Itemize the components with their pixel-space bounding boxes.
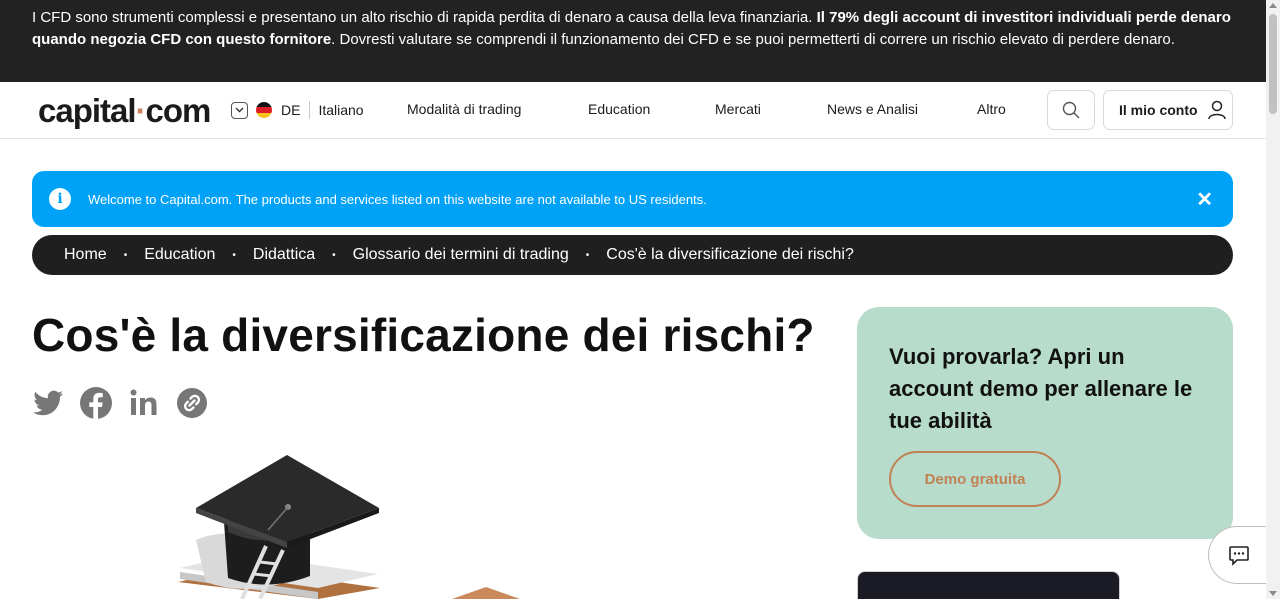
germany-flag-icon	[256, 102, 272, 118]
breadcrumb-home[interactable]: Home	[64, 246, 107, 264]
nav-news-analysis[interactable]: News e Analisi	[827, 101, 918, 117]
breadcrumb-separator: •	[585, 249, 590, 261]
scroll-thumb[interactable]	[1269, 14, 1277, 114]
search-button[interactable]	[1047, 90, 1095, 130]
chat-button[interactable]	[1208, 526, 1268, 584]
breadcrumb-separator: •	[123, 249, 128, 261]
scroll-down-arrow[interactable]	[1269, 591, 1277, 596]
scroll-up-arrow[interactable]	[1269, 3, 1277, 8]
demo-account-promo: Vuoi provarla? Apri un account demo per …	[857, 307, 1233, 539]
nav-markets[interactable]: Mercati	[715, 101, 761, 117]
breadcrumb-education[interactable]: Education	[144, 246, 215, 264]
chat-icon	[1228, 546, 1249, 566]
nav-more[interactable]: Altro	[977, 101, 1006, 117]
notice-text: Welcome to Capital.com. The products and…	[88, 191, 707, 207]
link-icon[interactable]	[175, 386, 209, 420]
search-icon	[1062, 101, 1080, 119]
close-icon[interactable]: ✕	[1196, 187, 1213, 212]
breadcrumb-didattica[interactable]: Didattica	[253, 246, 315, 264]
promo-card-dark	[857, 571, 1120, 599]
language-label[interactable]: Italiano	[318, 102, 363, 118]
logo-right: com	[145, 92, 212, 129]
linkedin-icon[interactable]	[127, 386, 161, 420]
free-demo-button[interactable]: Demo gratuita	[889, 451, 1061, 507]
region-selector[interactable]: DE Italiano	[231, 101, 364, 119]
risk-warning-text: I CFD sono strumenti complessi e present…	[32, 9, 813, 26]
breadcrumb-glossary[interactable]: Glossario dei termini di trading	[353, 246, 569, 264]
breadcrumb: Home • Education • Didattica • Glossario…	[32, 235, 1233, 275]
us-residents-notice: i Welcome to Capital.com. The products a…	[32, 171, 1233, 227]
breadcrumb-separator: •	[332, 249, 336, 261]
promo-heading: Vuoi provarla? Apri un account demo per …	[889, 344, 1193, 433]
region-divider	[309, 101, 311, 119]
facebook-icon[interactable]	[79, 386, 113, 420]
risk-warning-banner: I CFD sono strumenti complessi e present…	[0, 0, 1266, 82]
twitter-icon[interactable]	[31, 386, 65, 420]
nav-trading-modes[interactable]: Modalità di trading	[407, 101, 521, 117]
region-code: DE	[281, 102, 301, 118]
page-title: Cos'è la diversificazione dei rischi?	[32, 309, 815, 361]
nav-education[interactable]: Education	[588, 101, 650, 117]
chevron-down-icon	[231, 101, 248, 119]
breadcrumb-current: Cos'è la diversificazione dei rischi?	[606, 246, 854, 263]
user-icon	[1207, 100, 1226, 120]
graduation-cap-illustration	[178, 455, 520, 599]
logo-dot: ·	[135, 92, 147, 129]
info-icon: i	[49, 188, 71, 210]
my-account-button[interactable]: Il mio conto	[1103, 90, 1233, 130]
site-header: capital·com DE Italiano Modalità di trad…	[0, 82, 1266, 139]
my-account-label: Il mio conto	[1119, 102, 1198, 118]
breadcrumb-separator: •	[232, 249, 236, 261]
risk-warning-text-2: . Dovresti valutare se comprendi il funz…	[331, 31, 1175, 48]
capital-logo[interactable]: capital·com	[38, 92, 212, 130]
logo-left: capital	[38, 92, 137, 129]
page-scrollbar[interactable]	[1266, 0, 1280, 599]
